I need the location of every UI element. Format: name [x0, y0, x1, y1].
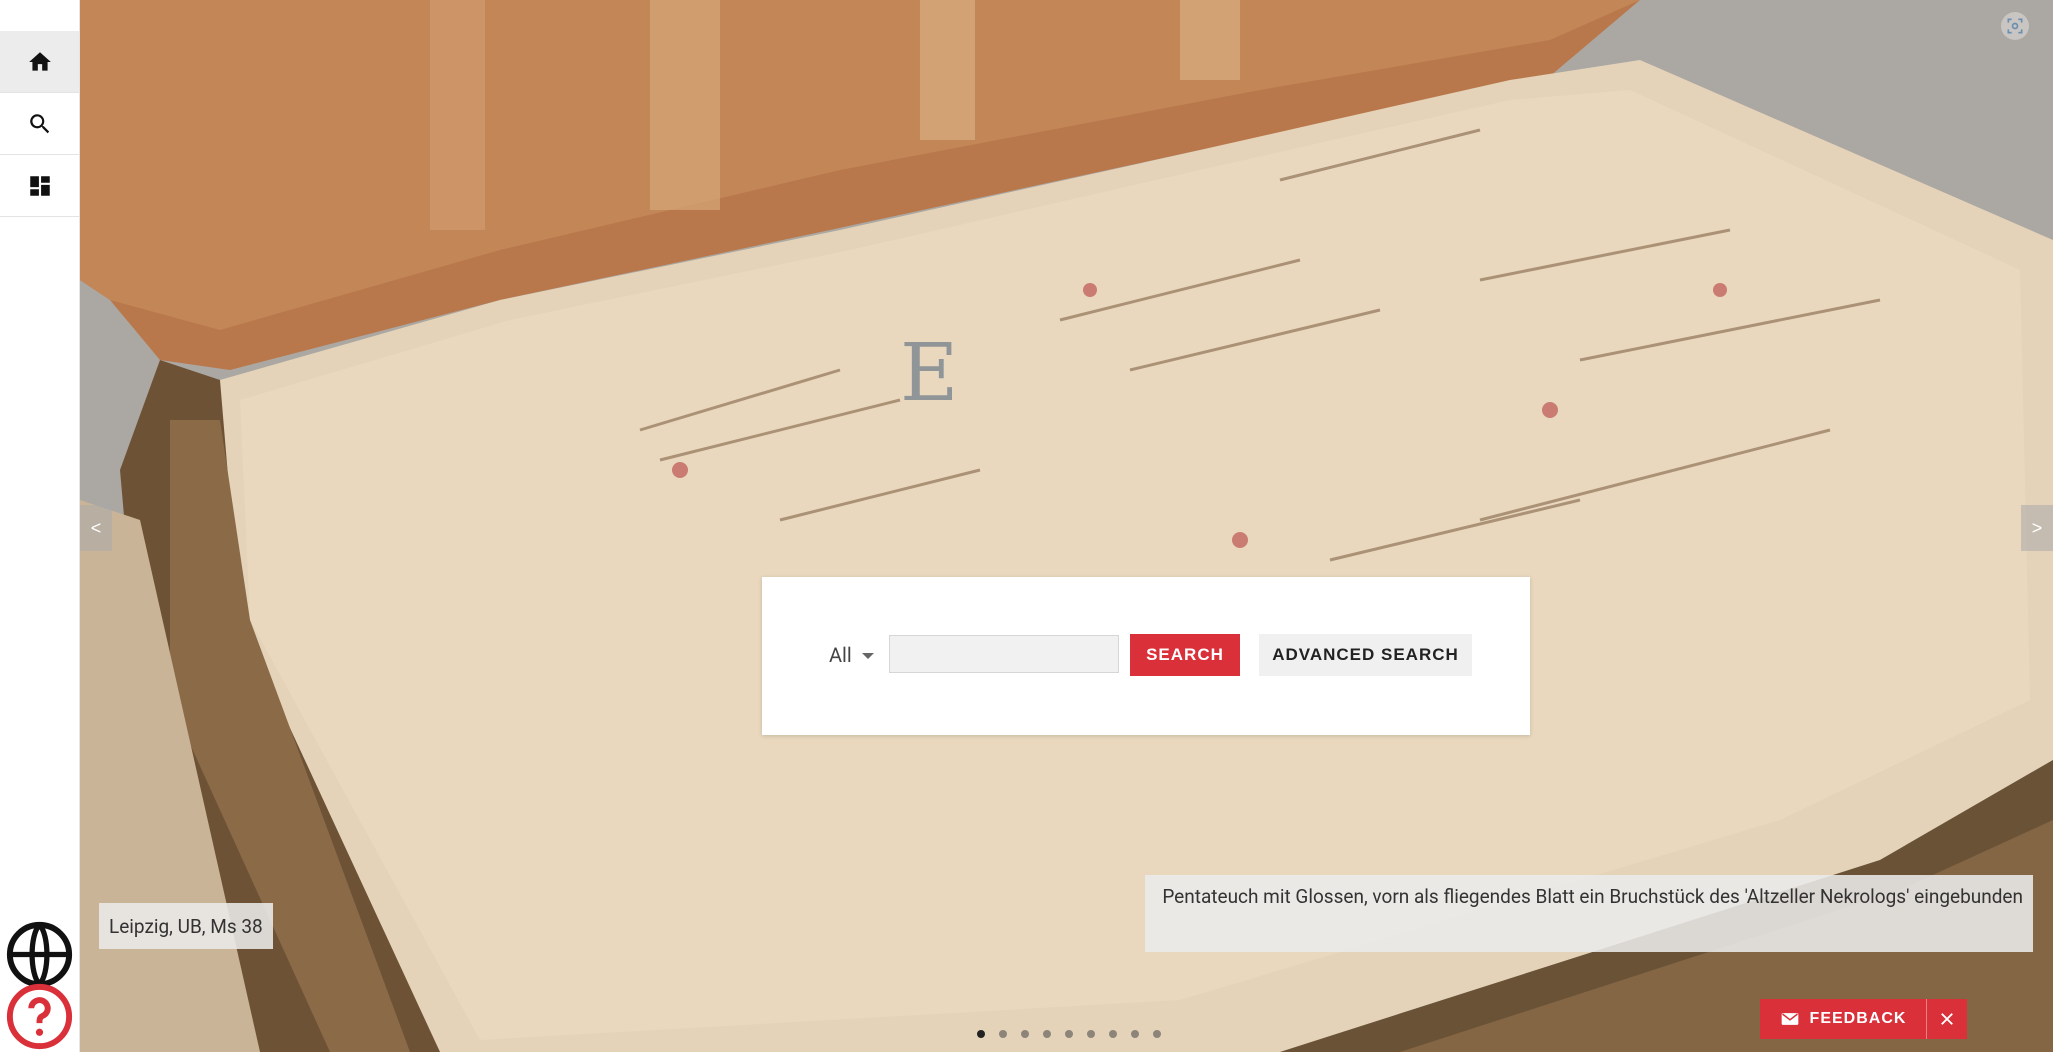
carousel-dot[interactable] [977, 1030, 985, 1038]
carousel-dot[interactable] [999, 1030, 1007, 1038]
search-button[interactable]: SEARCH [1130, 634, 1240, 676]
carousel-dot[interactable] [1131, 1030, 1139, 1038]
fullscreen-icon [2007, 18, 2023, 34]
search-panel: All SEARCH ADVANCED SEARCH [762, 577, 1530, 735]
mail-icon [1781, 1013, 1798, 1025]
carousel-dot[interactable] [1021, 1030, 1029, 1038]
home-icon [28, 51, 51, 71]
carousel-dot[interactable] [1109, 1030, 1117, 1038]
carousel-dot[interactable] [1043, 1030, 1051, 1038]
carousel-prev-button[interactable]: < [80, 505, 112, 551]
search-icon [29, 113, 49, 133]
sidebar [0, 0, 80, 1052]
hero-carousel: E < > All SEARCH ADVANCED SEARCH Leipzig… [80, 0, 2053, 1052]
sidebar-item-help[interactable] [0, 983, 79, 1049]
advanced-search-button[interactable]: ADVANCED SEARCH [1259, 634, 1472, 676]
sidebar-item-search[interactable] [0, 93, 79, 155]
carousel-dot[interactable] [1153, 1030, 1161, 1038]
fullscreen-button[interactable] [2001, 12, 2029, 40]
carousel-dot[interactable] [1065, 1030, 1073, 1038]
svg-text:E: E [900, 326, 958, 419]
carousel-next-button[interactable]: > [2021, 505, 2053, 551]
chevron-down-icon [861, 653, 874, 659]
image-description-caption: Pentateuch mit Glossen, vorn als fliegen… [1145, 875, 2033, 952]
search-scope-label: All [829, 643, 852, 667]
close-icon [1941, 1013, 1953, 1025]
sidebar-item-dashboard[interactable] [0, 155, 79, 217]
shelfmark-caption: Leipzig, UB, Ms 38 [99, 903, 273, 949]
dashboard-icon [29, 175, 50, 196]
feedback-close-button[interactable] [1926, 999, 1967, 1039]
feedback-button[interactable]: FEEDBACK [1760, 999, 1926, 1039]
carousel-pagination [977, 1030, 1161, 1038]
feedback-label: FEEDBACK [1809, 1010, 1907, 1027]
search-input[interactable] [889, 635, 1119, 673]
sidebar-item-home[interactable] [0, 31, 79, 93]
help-icon [6, 983, 73, 1049]
search-scope-select[interactable]: All [829, 643, 874, 667]
carousel-dot[interactable] [1087, 1030, 1095, 1038]
